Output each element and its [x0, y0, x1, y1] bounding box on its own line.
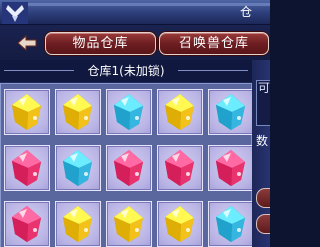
red-gem-icon — [114, 150, 143, 186]
gold-gem-icon — [12, 94, 41, 130]
grid-slot[interactable] — [106, 145, 152, 191]
caption-divider-right — [178, 70, 248, 71]
gold-gem-icon — [63, 94, 92, 130]
warehouse-caption: 仓库1(未加锁) — [87, 64, 165, 78]
grid-slot[interactable] — [4, 145, 50, 191]
side-button-lower[interactable] — [256, 214, 270, 234]
warehouse-grid — [0, 83, 254, 247]
warehouse-caption-row: 仓库1(未加锁) — [0, 60, 252, 82]
gold-gem-icon — [63, 206, 92, 242]
title-strip: 仓 — [0, 0, 270, 25]
grid-slot[interactable] — [4, 89, 50, 135]
grid-slot[interactable] — [106, 201, 152, 247]
grid-slot[interactable] — [157, 145, 203, 191]
grid-slot[interactable] — [157, 201, 203, 247]
red-gem-icon — [12, 206, 41, 242]
grid-slot[interactable] — [208, 89, 254, 135]
game-window: 仓 物品仓库 召唤兽仓库 仓库1(未加锁) 可 数 — [0, 0, 270, 247]
grid-slot[interactable] — [106, 89, 152, 135]
grid-slot[interactable] — [208, 145, 254, 191]
grid-slot[interactable] — [55, 201, 101, 247]
blue-gem-icon — [114, 94, 143, 130]
grid-slot[interactable] — [157, 89, 203, 135]
grid-slot[interactable] — [208, 201, 254, 247]
side-button-upper[interactable] — [256, 188, 270, 208]
red-gem-icon — [216, 150, 245, 186]
side-info-box: 可 — [256, 80, 270, 126]
grid-slot[interactable] — [55, 89, 101, 135]
caption-divider-left — [4, 70, 74, 71]
blue-gem-icon — [63, 150, 92, 186]
grid-slot[interactable] — [4, 201, 50, 247]
blue-gem-icon — [216, 206, 245, 242]
strip-label: 仓 — [239, 5, 252, 19]
window-emblem-icon — [2, 2, 28, 24]
grid-slot[interactable] — [55, 145, 101, 191]
back-arrow-icon[interactable] — [16, 34, 38, 52]
red-gem-icon — [165, 150, 194, 186]
tab-item-warehouse[interactable]: 物品仓库 — [45, 32, 156, 55]
red-gem-icon — [12, 150, 41, 186]
gold-gem-icon — [165, 206, 194, 242]
side-quantity-label: 数 — [256, 134, 269, 148]
gold-gem-icon — [114, 206, 143, 242]
blue-gem-icon — [216, 94, 245, 130]
gold-gem-icon — [165, 94, 194, 130]
tab-pet-warehouse[interactable]: 召唤兽仓库 — [159, 32, 269, 55]
